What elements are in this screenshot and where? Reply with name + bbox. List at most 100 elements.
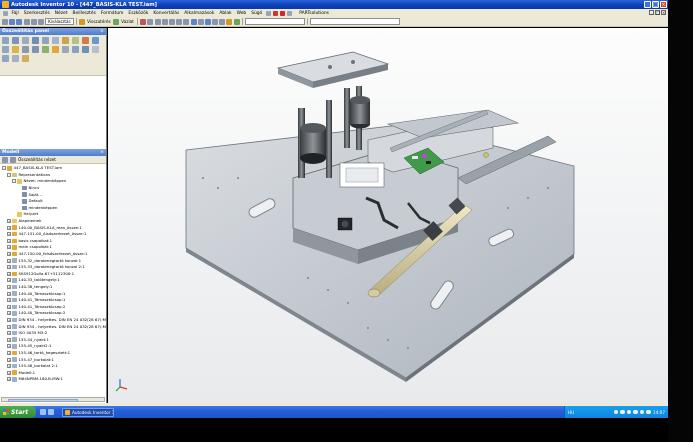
tree-node[interactable]: +140-41_Támasztócsap:2 xyxy=(0,303,106,310)
command-input[interactable] xyxy=(310,18,401,25)
antivirus-icon[interactable] xyxy=(639,409,645,415)
expand-toggle-icon[interactable]: - xyxy=(12,179,16,184)
tree-node[interactable]: +140-38_tengely:1 xyxy=(0,284,106,291)
expand-toggle-icon[interactable]: + xyxy=(7,350,11,355)
expand-toggle-icon[interactable]: + xyxy=(7,265,11,270)
tree-node[interactable]: +447-150-00_felsőszerkezet_össze:1 xyxy=(0,251,106,258)
expand-toggle-icon[interactable]: + xyxy=(7,324,11,329)
tree-horizontal-scrollbar[interactable] xyxy=(1,397,105,402)
sweep-icon[interactable] xyxy=(2,55,9,62)
measure-icon[interactable] xyxy=(147,18,154,25)
tree-node[interactable]: - Representations xyxy=(0,172,106,179)
fillet-icon[interactable] xyxy=(22,55,29,62)
zoom-icon[interactable] xyxy=(168,18,175,25)
sketch-icon[interactable] xyxy=(112,18,119,25)
graphics-viewport[interactable] xyxy=(108,28,668,403)
tree-node[interactable]: + DIN 934 - helyettes. DIN EN 24 032(28 6… xyxy=(0,317,106,324)
tree-node[interactable]: +140-41_Támasztócsap:1 xyxy=(0,297,106,304)
work-point-icon[interactable] xyxy=(72,46,79,53)
tree-node[interactable]: +140-00_BASIS-KLA_man_össze:1 xyxy=(0,224,106,231)
return-button[interactable]: Visszatérés xyxy=(86,19,112,24)
rotate-icon[interactable] xyxy=(190,18,197,25)
expand-toggle-icon[interactable]: + xyxy=(7,304,11,309)
move-icon[interactable] xyxy=(62,37,69,44)
tree-node[interactable]: +140-33_tolótengely:1 xyxy=(0,277,106,284)
expand-toggle-icon[interactable]: + xyxy=(7,238,11,243)
language-indicator[interactable]: HU xyxy=(565,410,574,415)
expand-toggle-icon[interactable]: + xyxy=(7,331,11,336)
menu-help[interactable]: Súgó xyxy=(249,11,265,16)
place-content-icon[interactable] xyxy=(42,37,49,44)
zoom-all-icon[interactable] xyxy=(154,18,161,25)
return-icon[interactable] xyxy=(78,18,85,25)
bom-icon[interactable] xyxy=(12,46,19,53)
expand-toggle-icon[interactable]: + xyxy=(7,284,11,289)
tree-node[interactable]: + main csapolkat:1 xyxy=(0,244,106,251)
constraint-icon[interactable] xyxy=(32,37,39,44)
menu-window[interactable]: Ablak xyxy=(217,11,234,16)
work-axis-icon[interactable] xyxy=(62,46,69,53)
new-icon[interactable] xyxy=(2,18,8,25)
browser-icon[interactable] xyxy=(48,409,54,415)
tree-node[interactable]: Default xyxy=(0,198,106,205)
scrollbar-thumb[interactable] xyxy=(8,398,78,402)
menu-insert[interactable]: Beillesztés xyxy=(70,11,98,16)
tree-node[interactable]: +155-44_nyakt:1 xyxy=(0,336,106,343)
close-button[interactable]: × xyxy=(660,1,667,8)
doc-minimize-button[interactable]: _ xyxy=(649,10,654,15)
grip-icon[interactable] xyxy=(92,46,99,53)
browser-view-dropdown[interactable]: Összeállítás nézet xyxy=(18,157,56,162)
tree-node[interactable]: +140-40_Támasztócsap:2 xyxy=(0,310,106,317)
undo-icon[interactable] xyxy=(30,18,37,25)
tree-node[interactable]: +155-48_burkolat 2:1 xyxy=(0,363,106,370)
chamfer-icon[interactable] xyxy=(12,55,19,62)
print-icon[interactable] xyxy=(23,18,30,25)
shadow-icon[interactable] xyxy=(212,18,219,25)
tree-node[interactable]: Nincs xyxy=(0,185,106,192)
expand-toggle-icon[interactable]: + xyxy=(7,337,11,342)
start-button[interactable]: Start xyxy=(0,406,36,418)
open-icon[interactable] xyxy=(9,18,16,25)
tree-node[interactable]: Helyzet xyxy=(0,211,106,218)
menu-partsolutions[interactable]: PARTsolutions xyxy=(297,11,332,16)
help-icon[interactable] xyxy=(265,10,271,16)
taskbar-item-inventor[interactable]: Autodesk Inventor 1... xyxy=(62,407,114,417)
tree-node[interactable]: + Modell:1 xyxy=(0,369,106,376)
expand-toggle-icon[interactable]: + xyxy=(7,377,11,382)
tree-node[interactable]: - Nézet: mindenképpen xyxy=(0,178,106,185)
tree-node[interactable]: +155-47_burkolat:1 xyxy=(0,356,106,363)
expand-toggle-icon[interactable]: + xyxy=(7,311,11,316)
update-icon[interactable] xyxy=(140,18,147,25)
expand-toggle-icon[interactable]: - xyxy=(7,172,11,177)
expand-toggle-icon[interactable]: + xyxy=(7,252,11,257)
model-browser-title[interactable]: Modell xyxy=(2,150,19,155)
tree-node[interactable]: +155-45_nyakt2:1 xyxy=(0,343,106,350)
menu-web[interactable]: Web xyxy=(234,11,249,16)
shaded-display-icon[interactable] xyxy=(204,18,211,25)
rotate-component-icon[interactable] xyxy=(72,37,79,44)
doc-restore-button[interactable]: □ xyxy=(655,10,660,15)
expand-toggle-icon[interactable]: + xyxy=(7,357,11,362)
place-component-icon[interactable] xyxy=(2,37,9,44)
minimize-button[interactable]: _ xyxy=(644,1,651,8)
tree-node[interactable]: + M64NPBM-180-B-MW:1 xyxy=(0,376,106,383)
expand-toggle-icon[interactable]: + xyxy=(7,317,11,322)
tree-node[interactable]: + ISO 4035 M3:2 xyxy=(0,330,106,337)
cross-icon[interactable] xyxy=(279,10,285,16)
tree-node[interactable]: +155-46_tartó_hegesztett:1 xyxy=(0,350,106,357)
look-at-icon[interactable] xyxy=(197,18,204,25)
tree-node[interactable]: + SKS912Golla-67+5112300:1 xyxy=(0,271,106,278)
expand-toggle-icon[interactable]: + xyxy=(7,271,11,276)
network-icon[interactable] xyxy=(613,409,619,415)
expand-toggle-icon[interactable]: + xyxy=(7,364,11,369)
save-icon[interactable] xyxy=(16,18,23,25)
color-style-dropdown[interactable] xyxy=(245,18,306,25)
expand-icon[interactable] xyxy=(10,156,16,163)
close-icon[interactable]: × xyxy=(100,28,104,35)
tree-node[interactable]: Saját... xyxy=(0,191,106,198)
tree-node[interactable]: + DIN 934 - helyettes. DIN EN 24 032(28 6… xyxy=(0,323,106,330)
assembly-3d-model[interactable] xyxy=(108,28,668,403)
tree-node[interactable]: +155-32_darabmegtartó konzol:1 xyxy=(0,257,106,264)
expand-toggle-icon[interactable]: + xyxy=(7,258,11,263)
camera-icon[interactable] xyxy=(219,18,226,25)
